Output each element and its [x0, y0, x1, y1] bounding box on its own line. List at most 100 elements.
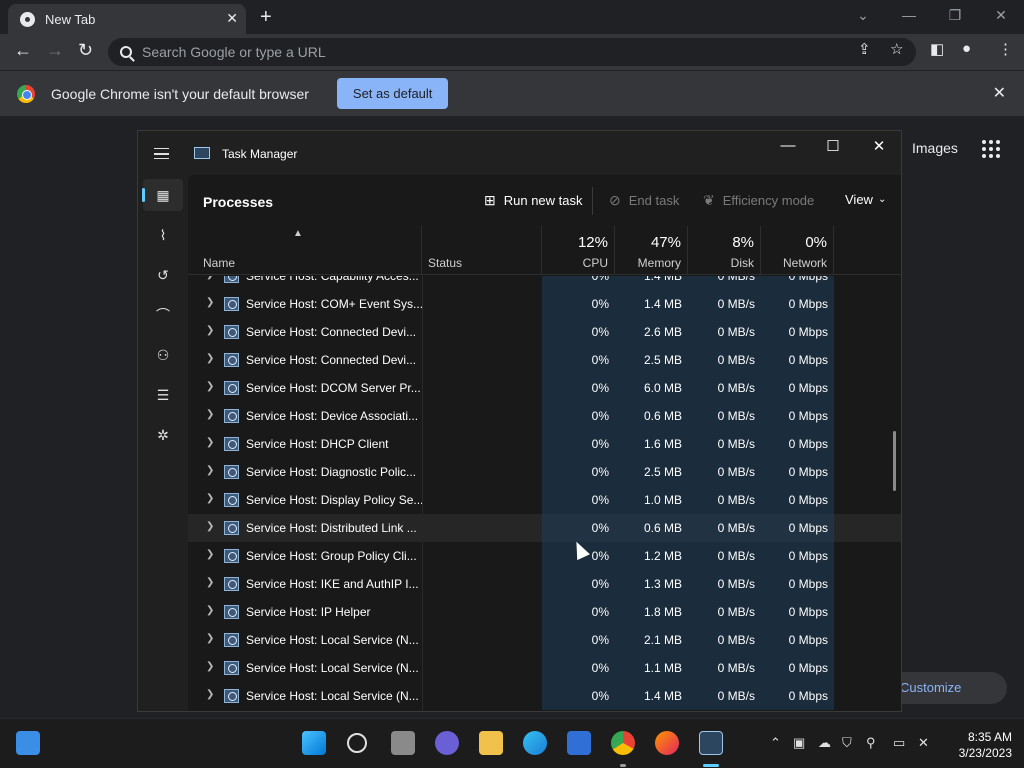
infobar-close-icon[interactable]: ✕ [993, 83, 1006, 103]
omnibox[interactable]: Search Google or type a URL [108, 38, 916, 66]
table-row[interactable]: ❯ Service Host: Connected Devi... 0% 2.5 MB… [188, 346, 901, 374]
table-row[interactable]: ❯ Service Host: Group Policy Cli... 0% 1.2 … [188, 542, 901, 570]
network-display-icon[interactable]: ▭ [893, 735, 905, 751]
tm-maximize-icon[interactable]: ☐ [810, 137, 856, 155]
task-view-icon[interactable] [391, 731, 415, 755]
name-column-header[interactable]: ▲ Name [188, 226, 422, 275]
table-row[interactable]: ❯ Service Host: Local Service (N... 0% 2.1 … [188, 626, 901, 654]
images-link[interactable]: Images [912, 140, 958, 156]
table-row[interactable]: ❯ Service Host: IP Helper 0% 1.8 MB 0 MB/s 0 … [188, 598, 901, 626]
expand-chevron-icon[interactable]: ❯ [206, 381, 214, 392]
expand-chevron-icon[interactable]: ❯ [206, 521, 214, 532]
tm-close-icon[interactable]: ✕ [856, 137, 901, 155]
table-row[interactable]: ❯ Service Host: Diagnostic Polic... 0% 2.5 … [188, 458, 901, 486]
close-window-icon[interactable]: ✕ [978, 0, 1024, 30]
forward-arrow-icon[interactable]: → [46, 40, 64, 61]
expand-chevron-icon[interactable]: ❯ [206, 297, 214, 308]
widgets-icon[interactable] [16, 731, 40, 755]
cpu-cell: 0% [542, 318, 615, 346]
system-clock[interactable]: 8:35 AM 3/23/2023 [940, 729, 1012, 761]
search-taskbar-icon[interactable] [347, 733, 367, 753]
network-column-header[interactable]: 0% Network [761, 226, 834, 275]
expand-chevron-icon[interactable]: ❯ [206, 493, 214, 504]
google-apps-grid-icon[interactable] [982, 140, 1000, 158]
expand-chevron-icon[interactable]: ❯ [206, 633, 214, 644]
disk-cell: 0 MB/s [688, 570, 761, 598]
start-windows-icon[interactable] [302, 731, 326, 755]
expand-chevron-icon[interactable]: ❯ [206, 409, 214, 420]
chrome-taskbar-icon[interactable] [611, 731, 635, 755]
table-row[interactable]: ❯ Service Host: Capability Acces... 0%1.4 … [188, 276, 901, 290]
bookmark-star-icon[interactable]: ☆ [890, 40, 903, 58]
expand-chevron-icon[interactable]: ❯ [206, 549, 214, 560]
edge-icon[interactable] [523, 731, 547, 755]
view-dropdown[interactable]: View ⌄ [845, 192, 886, 207]
table-row[interactable]: ❯ Service Host: Device Associati... 0% 0.6 … [188, 402, 901, 430]
expand-chevron-icon[interactable]: ❯ [206, 325, 214, 336]
users-nav-icon[interactable]: ⚇ [143, 339, 183, 371]
cpu-column-header[interactable]: 12% CPU [542, 226, 615, 275]
run-new-task-button[interactable]: ⊞ Run new task [484, 192, 583, 209]
onedrive-icon[interactable]: ☁ [818, 735, 831, 751]
expand-chevron-icon[interactable]: ❯ [206, 605, 214, 616]
app-history-nav-icon[interactable]: ↺ [143, 259, 183, 291]
table-row[interactable]: ❯ Service Host: Local Service (N... 0% 1.4 … [188, 682, 901, 710]
file-explorer-icon[interactable] [479, 731, 503, 755]
new-tab-plus-icon[interactable]: + [260, 6, 272, 29]
task-manager-taskbar-icon[interactable] [699, 731, 723, 755]
efficiency-mode-button[interactable]: ❦ Efficiency mode [703, 192, 814, 209]
process-name: Service Host: Connected Devi... [246, 353, 417, 367]
back-arrow-icon[interactable]: ← [14, 40, 32, 61]
tab-search-chevron-icon[interactable]: ⌄ [840, 0, 886, 30]
table-row[interactable]: ❯ Service Host: COM+ Event Sys... 0% 1.4 MB… [188, 290, 901, 318]
store-icon[interactable] [567, 731, 591, 755]
expand-chevron-icon[interactable]: ❯ [206, 353, 214, 364]
clock-date: 3/23/2023 [958, 746, 1012, 760]
teams-tray-icon[interactable]: ▣ [793, 735, 805, 751]
scrollbar-thumb[interactable] [893, 431, 896, 491]
end-task-button[interactable]: ⊘ End task [609, 192, 679, 209]
defender-shield-icon[interactable]: ⛉ [842, 735, 852, 751]
process-rows: ❯Service Host: Capability Acces...0%1.4 … [188, 276, 901, 710]
status-column-header[interactable]: Status [422, 226, 542, 275]
volume-muted-icon[interactable]: ✕ [918, 735, 929, 751]
expand-chevron-icon[interactable]: ❯ [206, 465, 214, 476]
table-row[interactable]: ❯ Service Host: IKE and AuthIP I... 0% 1.3 … [188, 570, 901, 598]
expand-chevron-icon[interactable]: ❯ [206, 689, 214, 700]
table-row[interactable]: ❯ Service Host: Display Policy Se... 0% 1.0… [188, 486, 901, 514]
expand-chevron-icon[interactable]: ❯ [206, 661, 214, 672]
processes-nav-icon[interactable]: ▦ [142, 179, 183, 211]
show-hidden-icons-chevron-icon[interactable]: ⌃ [770, 735, 781, 751]
expand-chevron-icon[interactable]: ❯ [206, 276, 214, 280]
set-as-default-button[interactable]: Set as default [336, 78, 449, 109]
clock-time: 8:35 AM [967, 730, 1012, 744]
firefox-icon[interactable] [655, 731, 679, 755]
memory-column-header[interactable]: 47% Memory [615, 226, 688, 275]
performance-nav-icon[interactable]: ⌇ [143, 219, 183, 251]
startup-apps-nav-icon[interactable]: ⌒ [143, 299, 183, 331]
teams-chat-icon[interactable] [435, 731, 459, 755]
tab-close-icon[interactable]: ✕ [226, 10, 238, 27]
tab-new-tab[interactable]: New Tab ✕ [8, 4, 246, 34]
side-panel-icon[interactable]: ◧ [930, 40, 944, 58]
restore-icon[interactable]: ❐ [932, 0, 978, 30]
share-icon[interactable]: ⇪ [858, 40, 871, 58]
expand-chevron-icon[interactable]: ❯ [206, 437, 214, 448]
minimize-icon[interactable]: — [886, 0, 932, 30]
table-row[interactable]: ❯ Service Host: DHCP Client 0% 1.6 MB 0 MB/s… [188, 430, 901, 458]
table-row[interactable]: ❯ Service Host: DCOM Server Pr... 0% 6.0 MB… [188, 374, 901, 402]
search-tray-icon[interactable]: ⚲ [866, 735, 876, 751]
details-nav-icon[interactable]: ☰ [143, 379, 183, 411]
table-row[interactable]: ❯ Service Host: Distributed Link ... 0% 0.6… [188, 514, 901, 542]
services-nav-icon[interactable]: ✲ [143, 419, 183, 451]
reload-icon[interactable]: ↻ [78, 40, 93, 61]
table-row[interactable]: ❯ Service Host: Connected Devi... 0% 2.6 MB… [188, 318, 901, 346]
table-row[interactable]: ❯ Service Host: Local Service (N... 0% 1.1 … [188, 654, 901, 682]
tm-minimize-icon[interactable]: — [765, 137, 811, 154]
hamburger-menu-icon[interactable] [154, 148, 169, 159]
profile-avatar-icon[interactable]: ● [962, 40, 971, 57]
expand-chevron-icon[interactable]: ❯ [206, 577, 214, 588]
disk-column-header[interactable]: 8% Disk [688, 226, 761, 275]
menu-kebab-icon[interactable]: ⋮ [998, 40, 1013, 58]
windows-taskbar: ⌃ ▣ ☁ ⛉ ⚲ ▭ ✕ 8:35 AM 3/23/2023 [0, 718, 1024, 768]
